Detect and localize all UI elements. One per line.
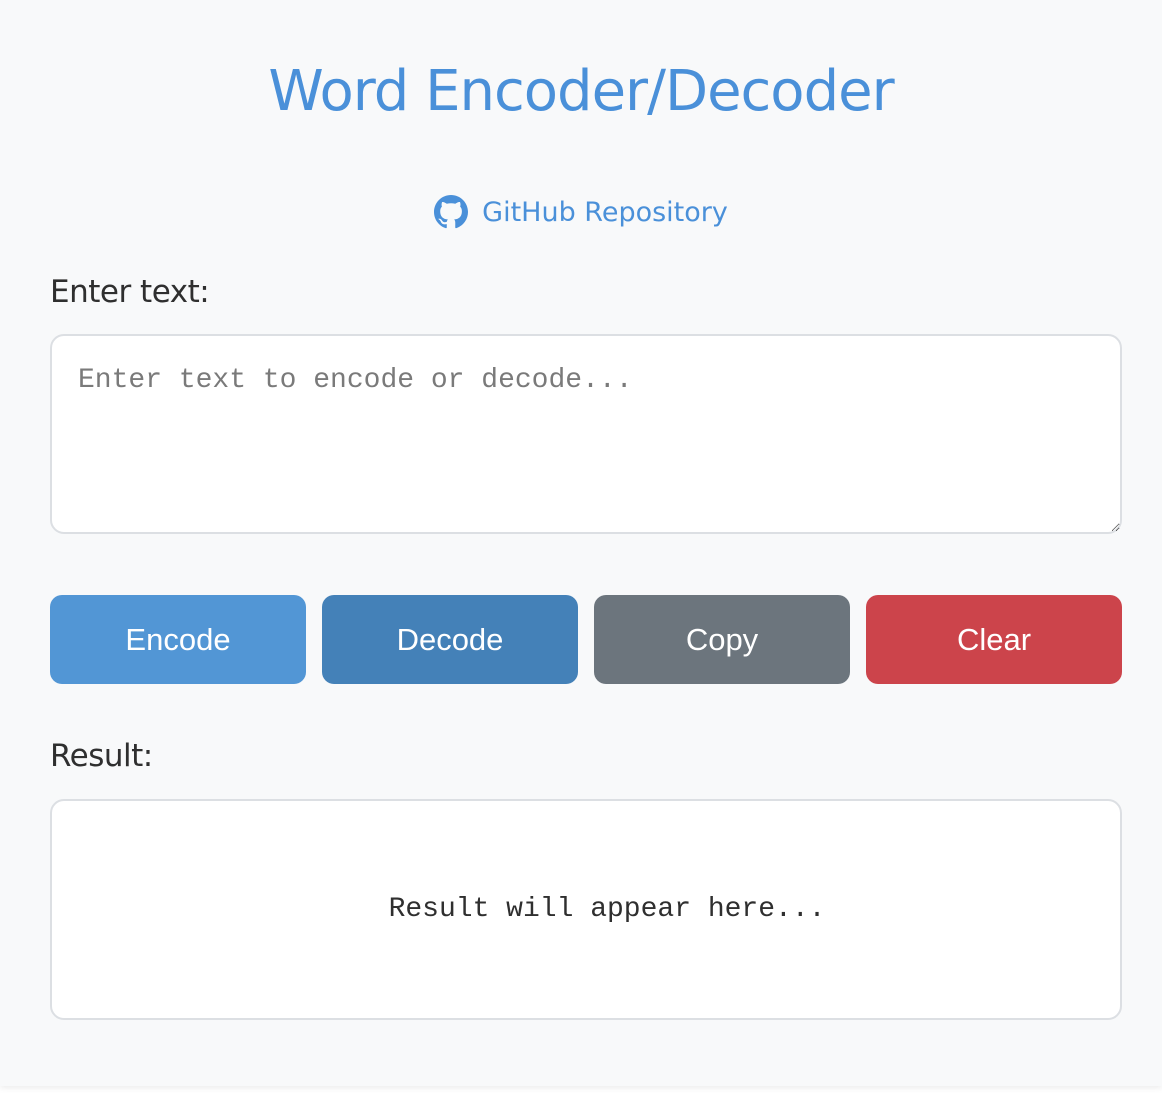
page-title: Word Encoder/Decoder (268, 59, 894, 124)
copy-button[interactable]: Copy (594, 595, 850, 684)
input-label: Enter text: (50, 274, 210, 310)
result-label: Result: (50, 738, 153, 774)
github-repo-label: GitHub Repository (482, 196, 728, 228)
decode-button[interactable]: Decode (322, 595, 578, 684)
clear-button[interactable]: Clear (866, 595, 1122, 684)
encode-button[interactable]: Encode (50, 595, 306, 684)
text-input[interactable] (50, 334, 1122, 534)
result-output: Result will appear here... (50, 799, 1122, 1020)
app-container: Word Encoder/Decoder GitHub Repository E… (0, 0, 1162, 1086)
github-repo-link[interactable]: GitHub Repository (0, 194, 1162, 230)
github-icon (434, 195, 469, 229)
result-placeholder-text: Result will appear here... (388, 894, 826, 925)
